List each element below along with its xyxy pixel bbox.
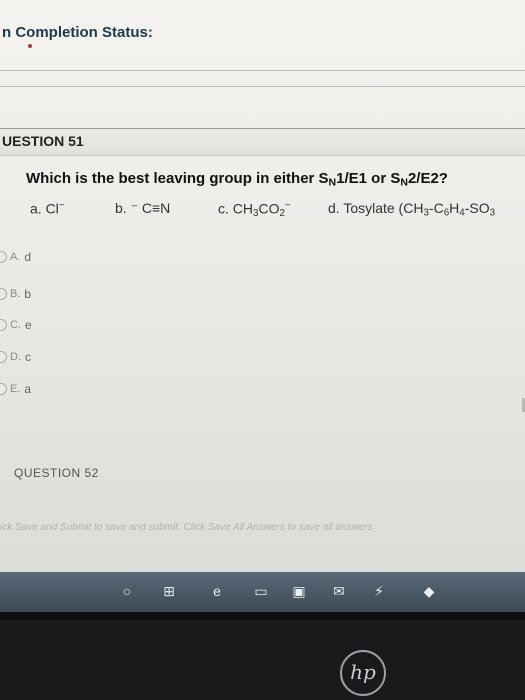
save-instructions: ick Save and Submit to save and submit. … — [0, 522, 373, 533]
option-b-text: b. ⁻ C≡N — [115, 200, 171, 216]
radio-button[interactable] — [0, 319, 7, 331]
option-d-text: d. Tosylate (CH3-C6H4-SO3 — [328, 200, 496, 219]
browser-viewport: n Completion Status: UESTION 51 Which is… — [0, 0, 525, 572]
question-header: UESTION 51 — [0, 128, 525, 156]
question-prompt: Which is the best leaving group in eithe… — [26, 170, 448, 189]
hp-logo: hp — [340, 650, 386, 696]
laptop-bezel — [0, 612, 525, 700]
answer-choice-d[interactable]: D. c — [0, 350, 31, 364]
answer-choice-a[interactable]: A. d — [0, 250, 31, 264]
windows-icon[interactable]: ○ — [118, 582, 136, 600]
radio-button[interactable] — [0, 288, 7, 300]
answer-choice-c[interactable]: C. e — [0, 318, 32, 332]
radio-button[interactable] — [0, 251, 7, 263]
divider — [0, 86, 525, 87]
answer-choice-b[interactable]: B. b — [0, 287, 31, 301]
radio-button[interactable] — [0, 351, 7, 363]
next-question-label: QUESTION 52 — [14, 466, 99, 480]
mail-icon[interactable]: ✉ — [330, 582, 348, 600]
file-explorer-icon[interactable]: ▭ — [252, 582, 270, 600]
store-icon[interactable]: ▣ — [290, 582, 308, 600]
answer-choice-e[interactable]: E. a — [0, 382, 31, 396]
option-c-text: c. CH3CO2− — [218, 200, 291, 220]
status-indicator — [28, 44, 32, 48]
windows-taskbar: ○ ⊞ e ▭ ▣ ✉ ⚡ ◆ — [0, 572, 525, 612]
dropbox-icon[interactable]: ◆ — [420, 582, 438, 600]
divider — [0, 70, 525, 71]
option-a-text: a. Cl− — [30, 200, 65, 217]
task-view-icon[interactable]: ⊞ — [160, 582, 178, 600]
question-number: UESTION 51 — [2, 133, 84, 149]
radio-button[interactable] — [0, 383, 7, 395]
completion-status-title: n Completion Status: — [2, 24, 153, 41]
settings-icon[interactable]: ⚡ — [370, 582, 388, 600]
edge-icon[interactable]: e — [208, 582, 226, 600]
